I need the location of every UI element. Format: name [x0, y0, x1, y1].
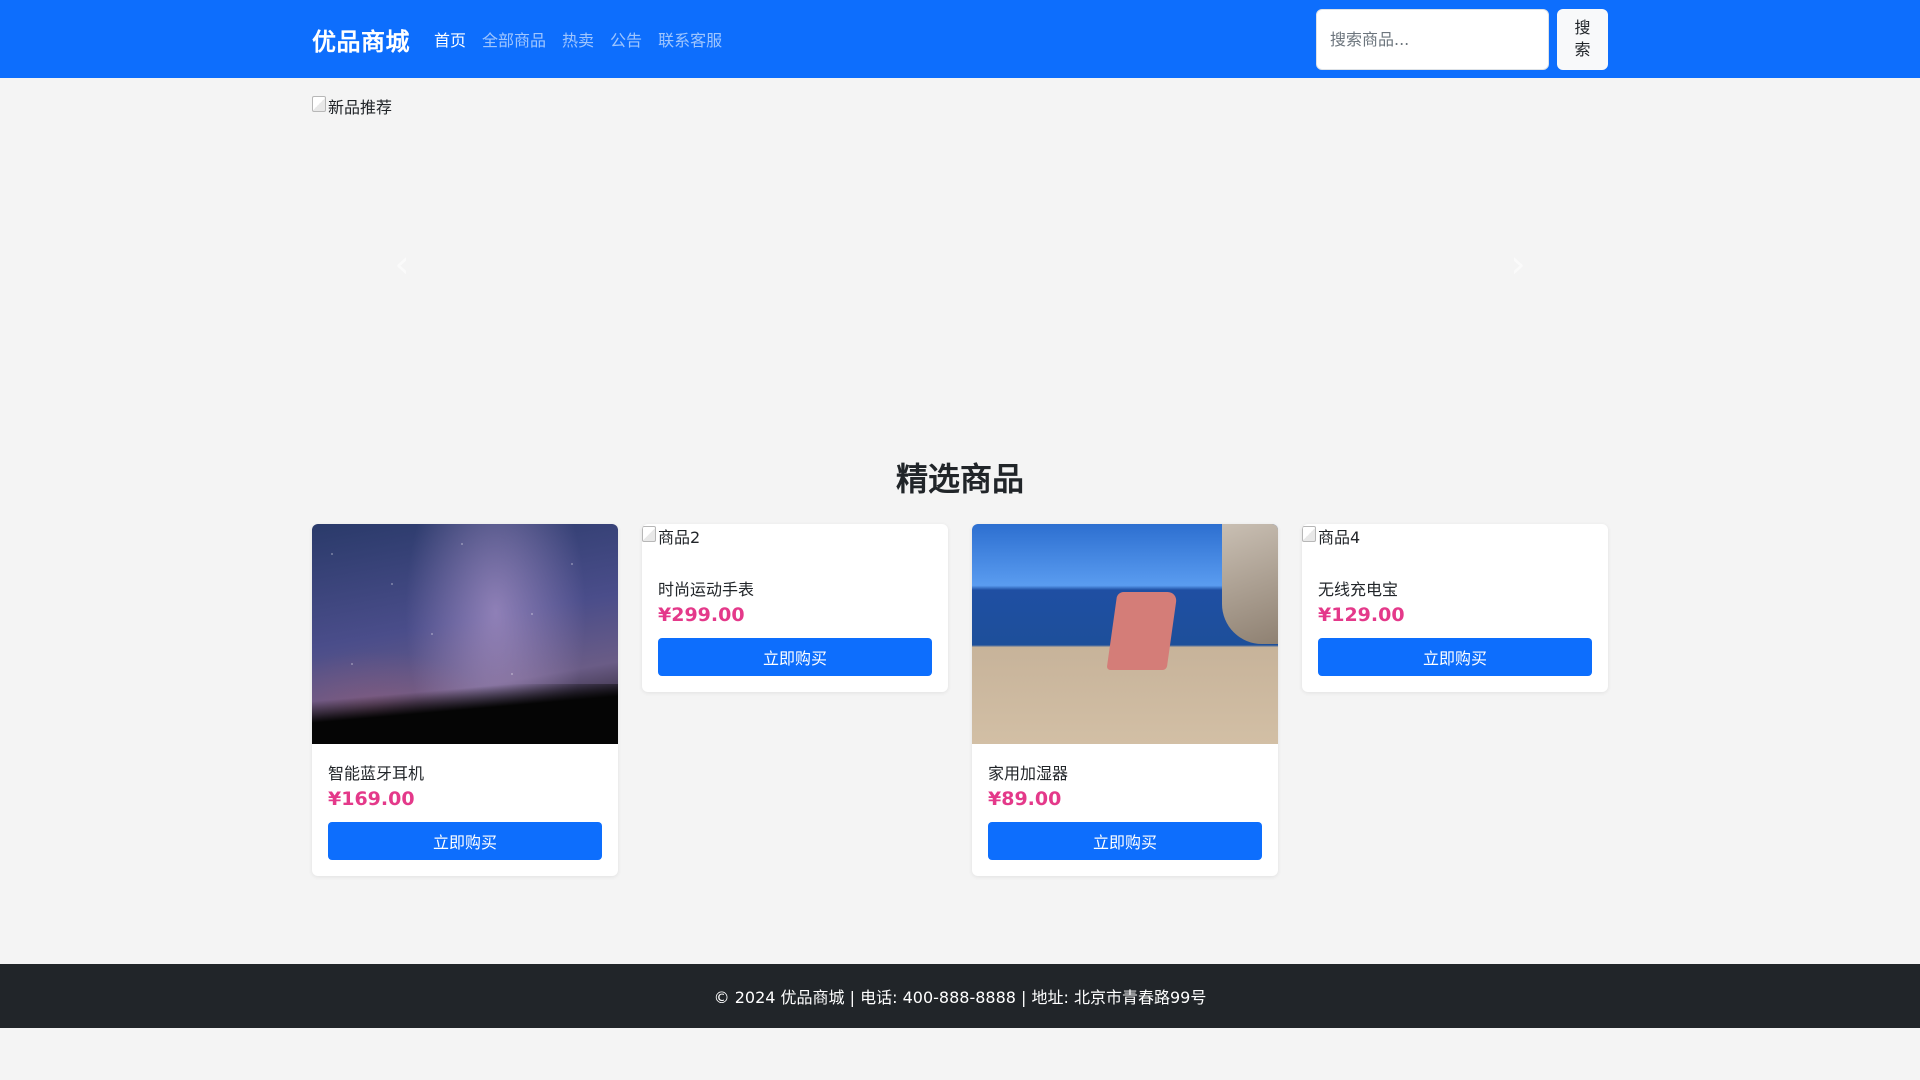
product-card: 商品4 无线充电宝 ¥129.00 立即购买: [1302, 524, 1608, 692]
nav-link-home[interactable]: 首页: [434, 27, 466, 51]
nav-link-notice[interactable]: 公告: [610, 27, 642, 51]
brand-logo[interactable]: 优品商城: [312, 22, 410, 57]
search-form: 搜索: [1316, 8, 1608, 70]
product-price: ¥89.00: [988, 788, 1062, 810]
broken-image-icon: [312, 96, 326, 112]
footer-text: © 2024 优品商城 | 电话: 400-888-8888 | 地址: 北京市…: [713, 988, 1207, 1007]
chevron-left-icon: ‹: [394, 242, 410, 286]
product-image[interactable]: [312, 524, 618, 744]
site-footer: © 2024 优品商城 | 电话: 400-888-8888 | 地址: 北京市…: [0, 964, 1920, 1028]
buy-now-button[interactable]: 立即购买: [1318, 638, 1592, 676]
section-title: 精选商品: [895, 460, 1024, 498]
product-price: ¥169.00: [328, 788, 415, 810]
chevron-right-icon: ›: [1510, 242, 1526, 286]
carousel-next-button[interactable]: ›: [1498, 242, 1538, 286]
search-button[interactable]: 搜索: [1557, 8, 1608, 70]
product-price: ¥299.00: [658, 604, 745, 626]
broken-image-icon: [1302, 526, 1316, 542]
nav-links: 首页 全部商品 热卖 公告 联系客服: [434, 27, 722, 51]
carousel-prev-button[interactable]: ‹: [382, 242, 422, 286]
nav-link-support[interactable]: 联系客服: [658, 27, 722, 51]
buy-now-button[interactable]: 立即购买: [988, 822, 1262, 860]
nav-link-all-products[interactable]: 全部商品: [482, 27, 546, 51]
buy-now-button[interactable]: 立即购买: [328, 822, 602, 860]
product-name[interactable]: 无线充电宝: [1318, 576, 1592, 600]
product-card: 家用加湿器 ¥89.00 立即购买: [972, 524, 1278, 876]
product-image-alt: 商品4: [1318, 528, 1361, 547]
nav-link-hot[interactable]: 热卖: [562, 27, 594, 51]
banner-carousel: 新品推荐 ‹ ›: [312, 94, 1608, 454]
product-name[interactable]: 时尚运动手表: [658, 576, 932, 600]
product-image[interactable]: [972, 524, 1278, 744]
top-navbar: 优品商城 首页 全部商品 热卖 公告 联系客服 搜索: [0, 0, 1920, 78]
product-card: 商品2 时尚运动手表 ¥299.00 立即购买: [642, 524, 948, 692]
product-image[interactable]: 商品2: [642, 524, 948, 562]
product-name[interactable]: 智能蓝牙耳机: [328, 760, 602, 784]
product-name[interactable]: 家用加湿器: [988, 760, 1262, 784]
product-image[interactable]: 商品4: [1302, 524, 1608, 562]
product-image-alt: 商品2: [658, 528, 701, 547]
product-price: ¥129.00: [1318, 604, 1405, 626]
banner-image-alt: 新品推荐: [328, 98, 393, 117]
search-input[interactable]: [1316, 8, 1549, 70]
product-grid: 智能蓝牙耳机 ¥169.00 立即购买 商品2 时尚运动手表 ¥299.00 立…: [312, 524, 1608, 876]
broken-image-icon: [642, 526, 656, 542]
product-card: 智能蓝牙耳机 ¥169.00 立即购买: [312, 524, 618, 876]
banner-image: 新品推荐: [312, 94, 1608, 118]
buy-now-button[interactable]: 立即购买: [658, 638, 932, 676]
